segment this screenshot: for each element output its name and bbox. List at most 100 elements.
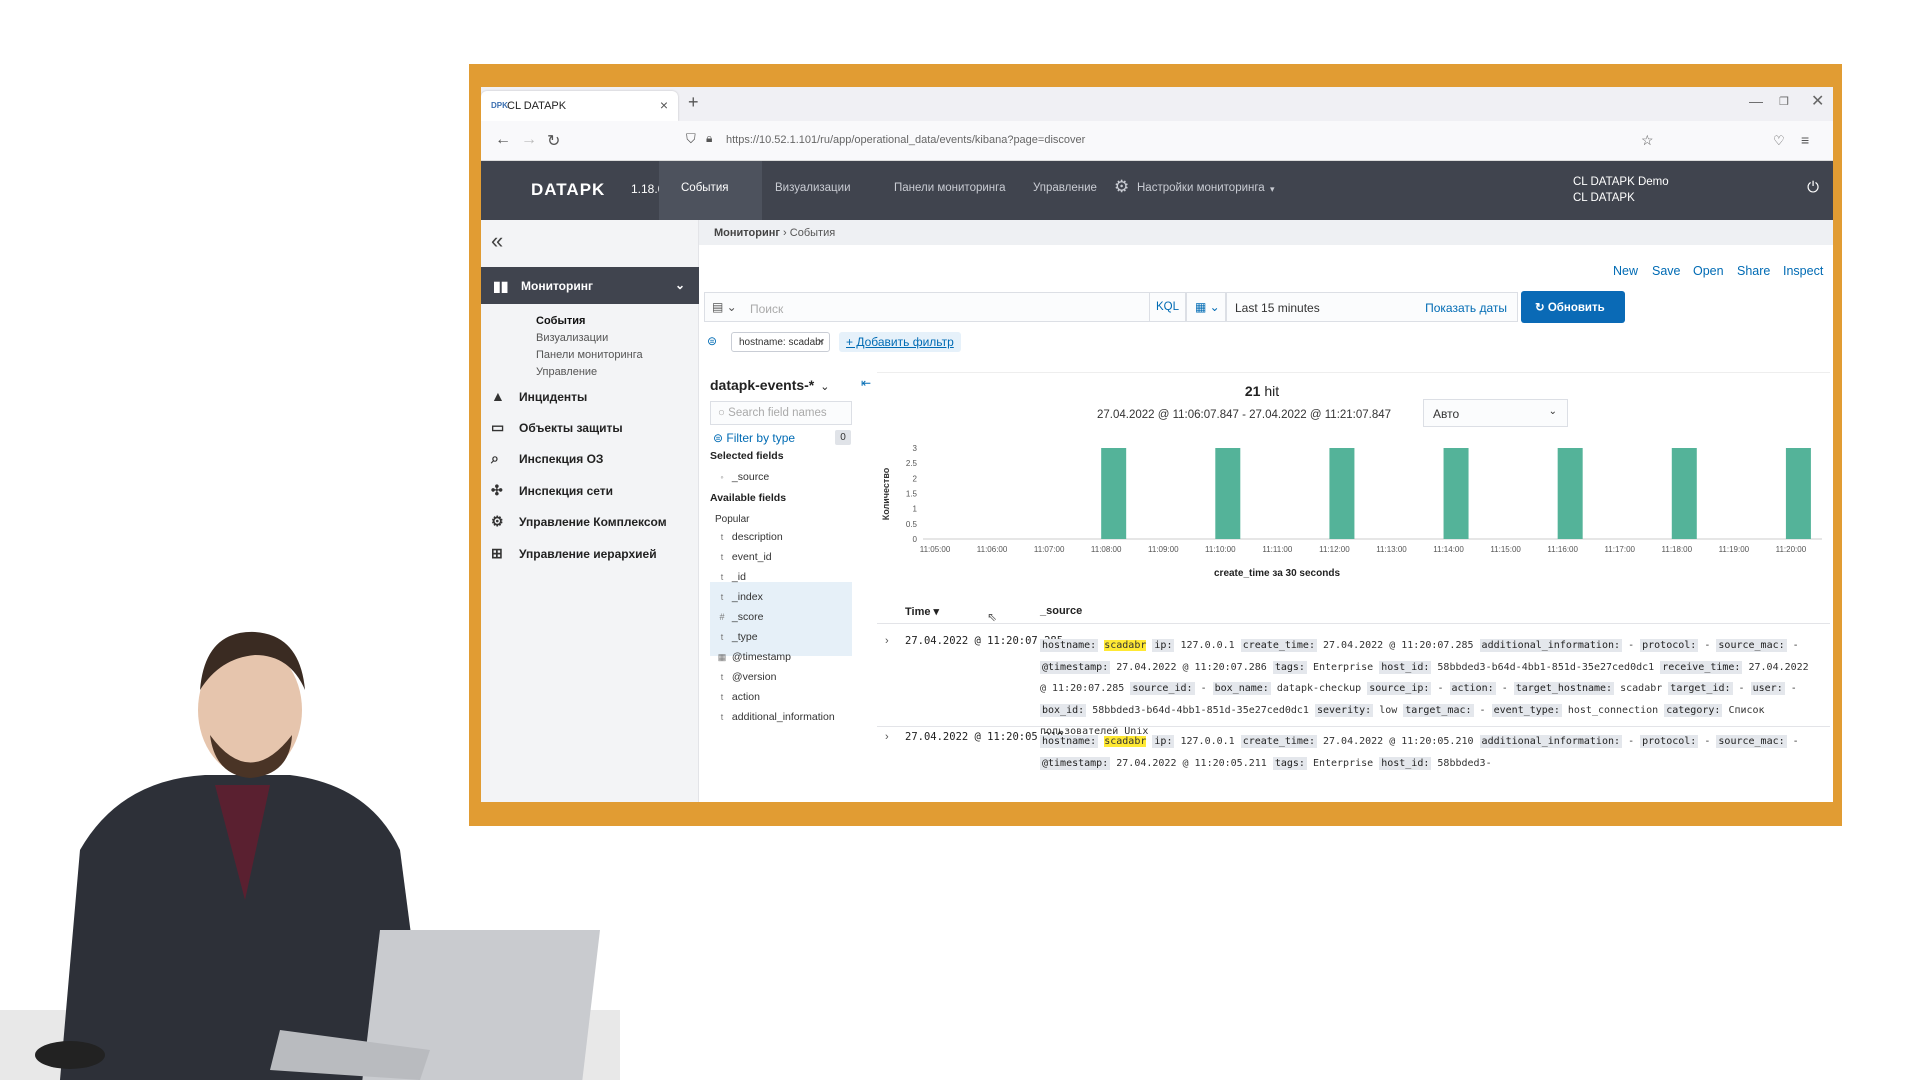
- save-link[interactable]: Save: [1652, 264, 1681, 278]
- bar-chart-icon: ▮▮: [493, 278, 509, 294]
- date-type-icon: ▦: [717, 652, 727, 662]
- expand-icon[interactable]: ›: [885, 731, 889, 743]
- x-tick-label: 11:17:00: [1604, 545, 1635, 554]
- histogram-bar: [1215, 448, 1241, 539]
- close-window-icon[interactable]: ✕: [1811, 91, 1824, 111]
- collapse-sidebar-icon[interactable]: «: [491, 228, 503, 254]
- sidebar-item-protected-objects[interactable]: ▭ Объекты защиты: [491, 419, 623, 436]
- kql-toggle[interactable]: KQL: [1149, 292, 1186, 322]
- source-key: additional_information:: [1479, 735, 1623, 748]
- field-item[interactable]: t _index: [715, 591, 763, 603]
- browser-tab[interactable]: DPK CL DATAPK ×: [481, 91, 678, 121]
- sidebar-item-network-inspection[interactable]: ✣ Инспекция сети: [491, 482, 613, 499]
- nav-events[interactable]: События: [659, 161, 762, 220]
- results-panel: 21 hit 27.04.2022 @ 11:06:07.847 - 27.04…: [877, 372, 1830, 802]
- source-key: source_id:: [1130, 682, 1195, 695]
- filter-count-badge: 0: [835, 430, 851, 445]
- nav-dashboards[interactable]: Панели мониторинга: [894, 161, 1005, 220]
- breadcrumb-root[interactable]: Мониторинг: [714, 227, 780, 239]
- search-query-bar[interactable]: ▤ ⌄ Поиск: [704, 292, 1154, 322]
- close-icon[interactable]: ×: [818, 336, 824, 348]
- field-item[interactable]: t _id: [715, 571, 746, 583]
- sidebar-item-complex-management[interactable]: ⚙ Управление Комплексом: [491, 513, 667, 530]
- field-search-input[interactable]: ○ Search field names: [710, 401, 852, 425]
- sidebar-sub-events[interactable]: События: [536, 315, 585, 327]
- close-tab-icon[interactable]: ×: [660, 97, 668, 113]
- time-range-picker[interactable]: Last 15 minutes Показать даты: [1226, 292, 1518, 322]
- pocket-icon[interactable]: ♡: [1773, 133, 1785, 149]
- field-item[interactable]: ◦ _source: [715, 471, 769, 483]
- inspect-link[interactable]: Inspect: [1783, 264, 1823, 278]
- expand-icon[interactable]: ›: [885, 635, 889, 647]
- filter-pill[interactable]: hostname: scadabr ×: [731, 332, 830, 352]
- reload-icon[interactable]: ↻: [547, 131, 560, 151]
- filter-icon: ⊜: [713, 431, 727, 445]
- histogram-bar: [1101, 448, 1127, 539]
- address-bar[interactable]: ⛉ 🔒︎ https://10.52.1.101/ru/app/operatio…: [686, 128, 1686, 154]
- user-info[interactable]: CL DATAPK Demo CL DATAPK: [1573, 174, 1669, 206]
- shield-icon: ⛉: [686, 131, 696, 146]
- field-name: description: [731, 531, 783, 543]
- filter-icon[interactable]: ⊜: [707, 334, 717, 348]
- share-link[interactable]: Share: [1737, 264, 1770, 278]
- collapse-fields-icon[interactable]: ⇤: [861, 376, 871, 390]
- source-value: -: [1628, 736, 1635, 747]
- refresh-button[interactable]: ↻ Обновить: [1521, 291, 1625, 323]
- nav-visualizations[interactable]: Визуализации: [775, 161, 851, 220]
- new-tab-button[interactable]: +: [688, 92, 699, 113]
- field-item[interactable]: t _type: [715, 631, 758, 643]
- source-key: hostname:: [1040, 735, 1099, 748]
- restore-icon[interactable]: ❐: [1779, 95, 1789, 108]
- column-source: _source: [1040, 605, 1083, 617]
- source-value: Enterprise: [1312, 757, 1374, 769]
- field-item[interactable]: t action: [715, 691, 760, 703]
- search-input[interactable]: Поиск: [750, 302, 783, 316]
- sidebar-item-incidents[interactable]: ▲ Инциденты: [491, 388, 587, 404]
- field-item[interactable]: t event_id: [715, 551, 772, 563]
- field-item[interactable]: t @version: [715, 671, 777, 683]
- filter-by-type-button[interactable]: ⊜ Filter by type 0: [713, 430, 851, 445]
- source-key: target_id:: [1668, 682, 1733, 695]
- filter-pill-label: hostname: scadabr: [739, 337, 825, 348]
- field-item[interactable]: # _score: [715, 611, 763, 623]
- source-value: scadabr: [1620, 683, 1663, 694]
- interval-select[interactable]: Авто ⌄: [1423, 399, 1568, 427]
- source-key: create_time:: [1240, 639, 1317, 652]
- power-icon[interactable]: ⏻: [1807, 179, 1819, 196]
- field-item[interactable]: t description: [715, 531, 783, 543]
- field-name: additional_information: [731, 711, 835, 723]
- breadcrumb: Мониторинг › События: [699, 220, 1833, 245]
- interval-value: Авто: [1433, 407, 1460, 421]
- add-filter-button[interactable]: + Добавить фильтр: [839, 332, 961, 352]
- column-time[interactable]: Time ▾: [905, 605, 939, 618]
- browser-window: DPK CL DATAPK × + — ❐ ✕ ← → ↻ ⛉ 🔒︎ https…: [481, 87, 1833, 802]
- field-item[interactable]: t additional_information: [715, 711, 835, 723]
- sidebar-sub-management[interactable]: Управление: [536, 366, 597, 378]
- saved-query-icon[interactable]: ▤ ⌄: [712, 300, 737, 314]
- number-type-icon: #: [719, 612, 725, 622]
- sidebar-section-monitoring[interactable]: ▮▮ Мониторинг ⌄: [481, 267, 699, 304]
- y-tick-label: 2.5: [906, 459, 918, 468]
- sidebar-item-oz-inspection[interactable]: ⌕ Инспекция ОЗ: [491, 450, 603, 467]
- nav-management[interactable]: Управление: [1033, 161, 1097, 220]
- menu-icon[interactable]: ≡: [1801, 132, 1809, 148]
- field-item[interactable]: ▦ @timestamp: [715, 651, 791, 663]
- refresh-icon: ↻: [1535, 302, 1548, 314]
- index-pattern-selector[interactable]: datapk-events-* ⌄: [710, 377, 829, 393]
- sidebar-sub-dashboards[interactable]: Панели мониторинга: [536, 349, 643, 361]
- new-link[interactable]: New: [1613, 264, 1638, 278]
- back-icon[interactable]: ←: [495, 131, 511, 149]
- refresh-label: Обновить: [1547, 302, 1605, 314]
- minimize-icon[interactable]: —: [1749, 93, 1763, 109]
- show-dates-link[interactable]: Показать даты: [1425, 301, 1507, 315]
- sidebar-item-hierarchy[interactable]: ⊞ Управление иерархией: [491, 545, 657, 562]
- x-tick-label: 11:19:00: [1719, 545, 1750, 554]
- string-type-icon: t: [720, 532, 724, 542]
- forward-icon[interactable]: →: [521, 131, 537, 149]
- bookmark-star-icon[interactable]: ☆: [1641, 132, 1654, 149]
- open-link[interactable]: Open: [1693, 264, 1724, 278]
- nav-monitoring-settings[interactable]: Настройки мониторинга: [1137, 161, 1265, 220]
- sidebar-sub-visualizations[interactable]: Визуализации: [536, 332, 608, 344]
- sidebar-item-label: Объекты защиты: [519, 421, 623, 435]
- calendar-icon[interactable]: ▦ ⌄: [1186, 292, 1226, 322]
